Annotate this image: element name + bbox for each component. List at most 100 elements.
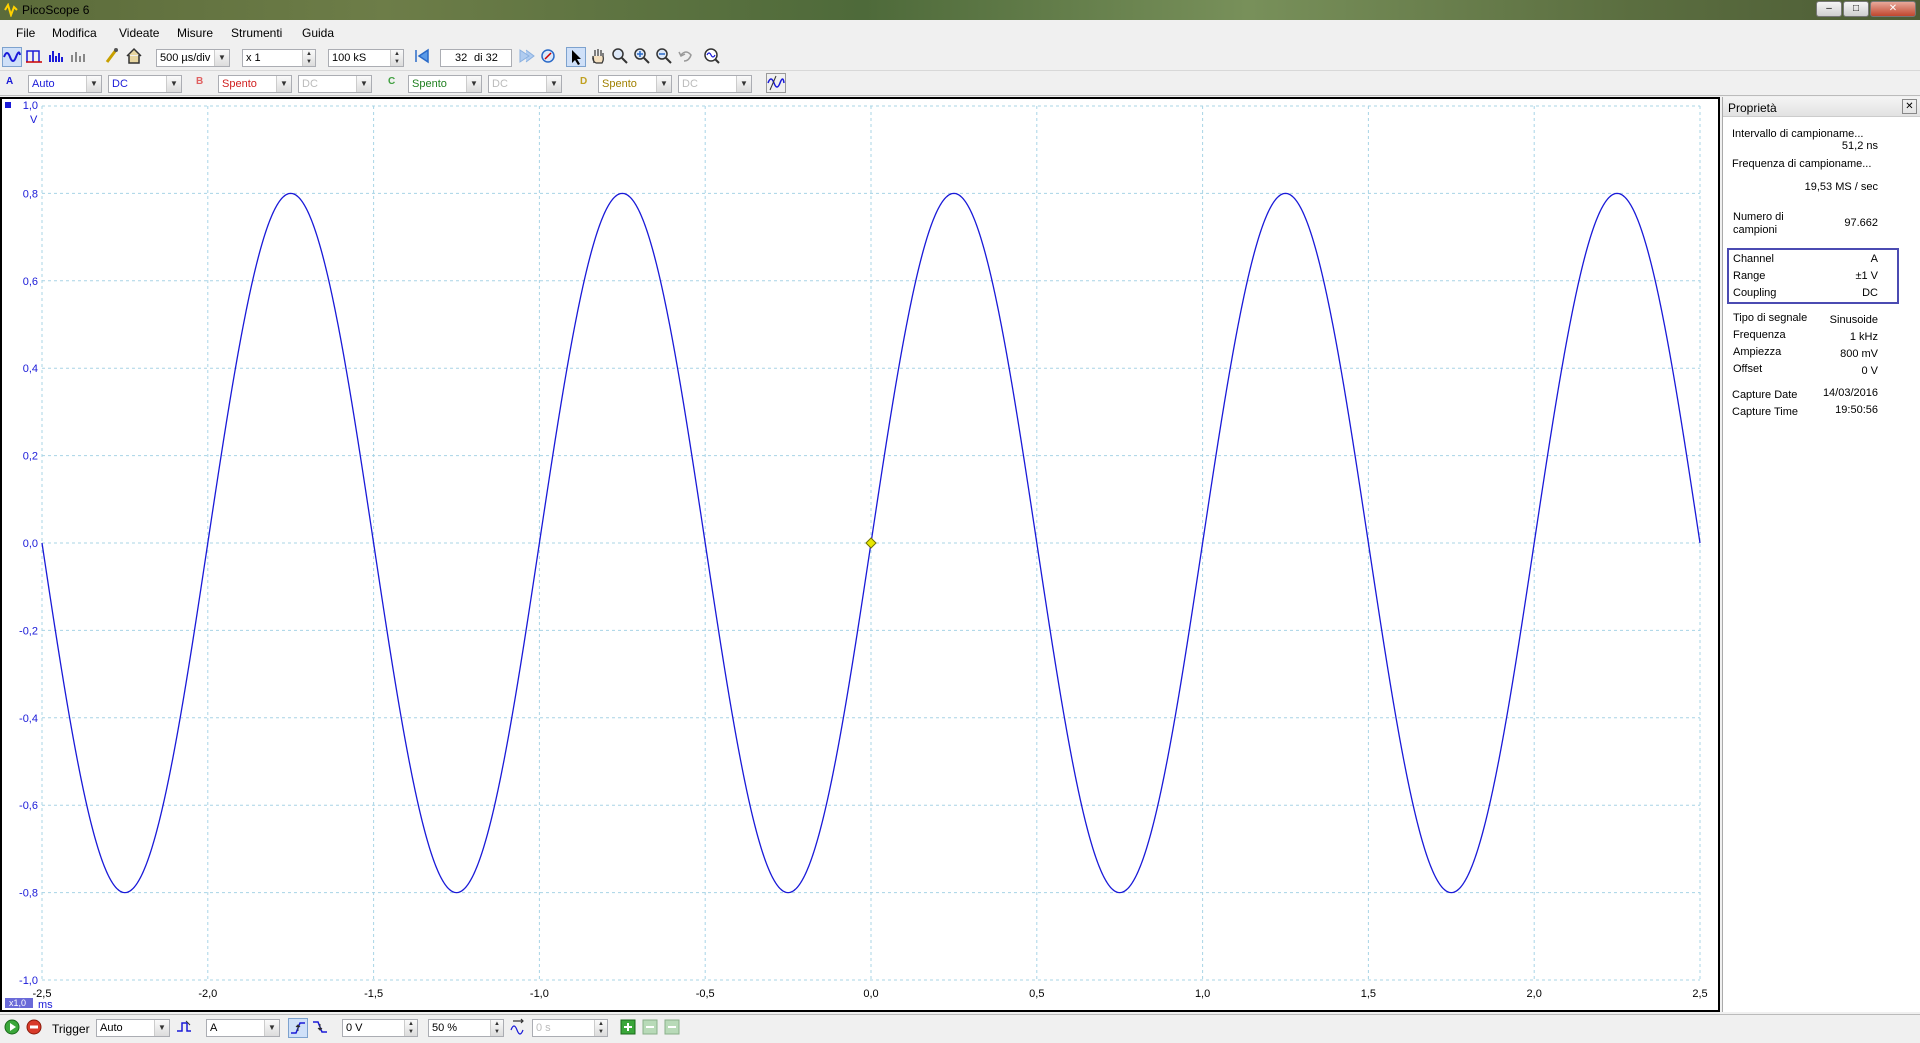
frequenza-campionamento-label: Frequenza di campioname... <box>1732 158 1872 170</box>
scope-mode-icon[interactable] <box>2 47 22 67</box>
spin-arrows-icon[interactable]: ▲ ▼ <box>390 50 403 66</box>
buffer-next-icon[interactable] <box>516 47 536 67</box>
trigger-source-select[interactable]: A ▼ <box>206 1019 280 1037</box>
spin-arrows-icon[interactable]: ▲ ▼ <box>594 1020 607 1036</box>
persistence-mode-icon[interactable] <box>24 47 44 67</box>
y-tick-label: -0,2 <box>19 625 38 637</box>
channel-c-range-select[interactable]: Spento ▼ <box>408 75 482 93</box>
scope-plot[interactable]: 1,0 0,8 0,6 0,4 0,2 0,0 -0,2 -0,4 -0,6 -0,8 -1,0 -… <box>2 99 1718 1010</box>
channel-a-coupling-select[interactable]: DC ▼ <box>108 75 182 93</box>
trigger-level-stepper[interactable]: 0 V ▲ ▼ <box>342 1019 418 1037</box>
trigger-mode-value: Auto <box>100 1022 123 1034</box>
offset-label: Offset <box>1733 363 1763 375</box>
trigger-level-value: 0 V <box>346 1022 363 1034</box>
chevron-down-icon[interactable]: ▼ <box>546 76 561 92</box>
properties-panel: Proprietà ✕ Intervallo di campioname... … <box>1722 97 1920 1012</box>
tipo-segnale-label: Tipo di segnale <box>1733 312 1808 324</box>
scope-view[interactable]: 1,0 0,8 0,6 0,4 0,2 0,0 -0,2 -0,4 -0,6 -0,8 -1,0 -… <box>0 97 1720 1012</box>
zoom-value: x 1 <box>246 52 261 64</box>
chevron-down-icon[interactable]: ▼ <box>356 76 371 92</box>
numero-value: 97.662 <box>1844 217 1878 229</box>
close-icon[interactable]: ✕ <box>1902 99 1917 114</box>
x-tick-label: 1,5 <box>1361 988 1376 1000</box>
home-icon[interactable] <box>124 47 144 67</box>
undo-zoom-icon[interactable] <box>676 47 696 67</box>
buffer-position-field[interactable]: 32 di 32 <box>440 49 512 67</box>
x-axis-ticks: -2,5 -2,0 -1,5 -1,0 -0,5 0,0 0,5 1,0 1,5 2,0 2,5 <box>33 988 1708 1000</box>
probe-icon[interactable] <box>102 47 122 67</box>
numero-label-2: campioni <box>1733 224 1778 236</box>
zoom-stepper[interactable]: x 1 ▲ ▼ <box>242 49 316 67</box>
channel-a-axis-marker <box>5 102 11 108</box>
buffer-first-icon[interactable] <box>412 47 432 67</box>
trigger-marker[interactable] <box>865 537 877 549</box>
zoom-overview-icon[interactable] <box>702 47 722 67</box>
advanced-trigger-icon[interactable] <box>174 1018 194 1038</box>
zoom-out-icon[interactable] <box>654 47 674 67</box>
channel-c-coupling-select[interactable]: DC ▼ <box>488 75 562 93</box>
start-capture-icon[interactable] <box>2 1018 22 1038</box>
zoom-area-icon[interactable] <box>610 47 630 67</box>
close-window-button[interactable]: ✕ <box>1870 1 1916 17</box>
channel-d-coupling-select[interactable]: DC ▼ <box>678 75 752 93</box>
menu-misure[interactable]: Misure <box>177 26 213 40</box>
signal-generator-icon[interactable] <box>766 73 786 93</box>
trigger-toolbar: Trigger Auto ▼ A ▼ 0 V ▲ ▼ 50 % ▲ ▼ 0 s ▲ ▼ <box>0 1014 1920 1042</box>
chevron-down-icon[interactable]: ▼ <box>276 76 291 92</box>
chevron-down-icon[interactable]: ▼ <box>214 50 229 66</box>
trigger-delay-stepper[interactable]: 0 s ▲ ▼ <box>532 1019 608 1037</box>
maximize-button[interactable]: □ <box>1843 1 1869 17</box>
channel-a-range-select[interactable]: Auto ▼ <box>28 75 102 93</box>
chevron-down-icon[interactable]: ▼ <box>166 76 181 92</box>
chevron-down-icon[interactable]: ▼ <box>154 1020 169 1036</box>
capture-time-label: Capture Time <box>1732 406 1799 418</box>
channel-d-range-select[interactable]: Spento ▼ <box>598 75 672 93</box>
menu-guida[interactable]: Guida <box>302 26 334 40</box>
menu-file[interactable]: File <box>16 26 35 40</box>
buffer-navigator-icon[interactable] <box>538 47 558 67</box>
stop-capture-icon[interactable] <box>24 1018 44 1038</box>
trigger-delay-value: 0 s <box>536 1022 551 1034</box>
trigger-source-value: A <box>210 1022 218 1034</box>
spin-arrows-icon[interactable]: ▲ ▼ <box>490 1020 503 1036</box>
delete-measurement-icon[interactable] <box>662 1018 682 1038</box>
select-cursor-icon[interactable] <box>566 47 586 67</box>
timebase-select[interactable]: 500 µs/div ▼ <box>156 49 230 67</box>
x-tick-label: 2,0 <box>1527 988 1542 1000</box>
spin-arrows-icon[interactable]: ▲ ▼ <box>404 1020 417 1036</box>
x-axis-unit: ms <box>38 999 53 1010</box>
minimize-button[interactable]: – <box>1816 1 1842 17</box>
spin-arrows-icon[interactable]: ▲ ▼ <box>302 50 315 66</box>
coupling-value: DC <box>1862 287 1878 299</box>
channel-d-label: D <box>580 76 588 87</box>
y-tick-label: 0,6 <box>23 276 38 288</box>
spectrum-mode-icon[interactable] <box>46 47 66 67</box>
zoom-in-icon[interactable] <box>632 47 652 67</box>
hand-pan-icon[interactable] <box>588 47 608 67</box>
chevron-down-icon[interactable]: ▼ <box>86 76 101 92</box>
capture-date-label: Capture Date <box>1732 389 1798 401</box>
serial-decode-icon[interactable] <box>68 47 88 67</box>
trigger-mode-select[interactable]: Auto ▼ <box>96 1019 170 1037</box>
timebase-value: 500 µs/div <box>160 52 211 64</box>
falling-edge-icon[interactable] <box>310 1018 330 1038</box>
rising-edge-icon[interactable] <box>288 1018 308 1038</box>
post-trigger-delay-icon[interactable] <box>508 1018 528 1038</box>
properties-header: Proprietà ✕ <box>1723 97 1920 117</box>
ampiezza-value: 800 mV <box>1840 348 1878 360</box>
samples-stepper[interactable]: 100 kS ▲ ▼ <box>328 49 404 67</box>
channel-b-coupling-select[interactable]: DC ▼ <box>298 75 372 93</box>
pretrigger-stepper[interactable]: 50 % ▲ ▼ <box>428 1019 504 1037</box>
chevron-down-icon[interactable]: ▼ <box>264 1020 279 1036</box>
edit-measurement-icon[interactable] <box>640 1018 660 1038</box>
chevron-down-icon[interactable]: ▼ <box>656 76 671 92</box>
chevron-down-icon[interactable]: ▼ <box>736 76 751 92</box>
chevron-down-icon[interactable]: ▼ <box>466 76 481 92</box>
add-measurement-icon[interactable] <box>618 1018 638 1038</box>
channel-b-range-select[interactable]: Spento ▼ <box>218 75 292 93</box>
menu-videate[interactable]: Videate <box>119 26 159 40</box>
properties-title: Proprietà <box>1728 101 1777 115</box>
x-tick-label: 2,5 <box>1692 988 1707 1000</box>
menu-strumenti[interactable]: Strumenti <box>231 26 282 40</box>
menu-modifica[interactable]: Modifica <box>52 26 97 40</box>
